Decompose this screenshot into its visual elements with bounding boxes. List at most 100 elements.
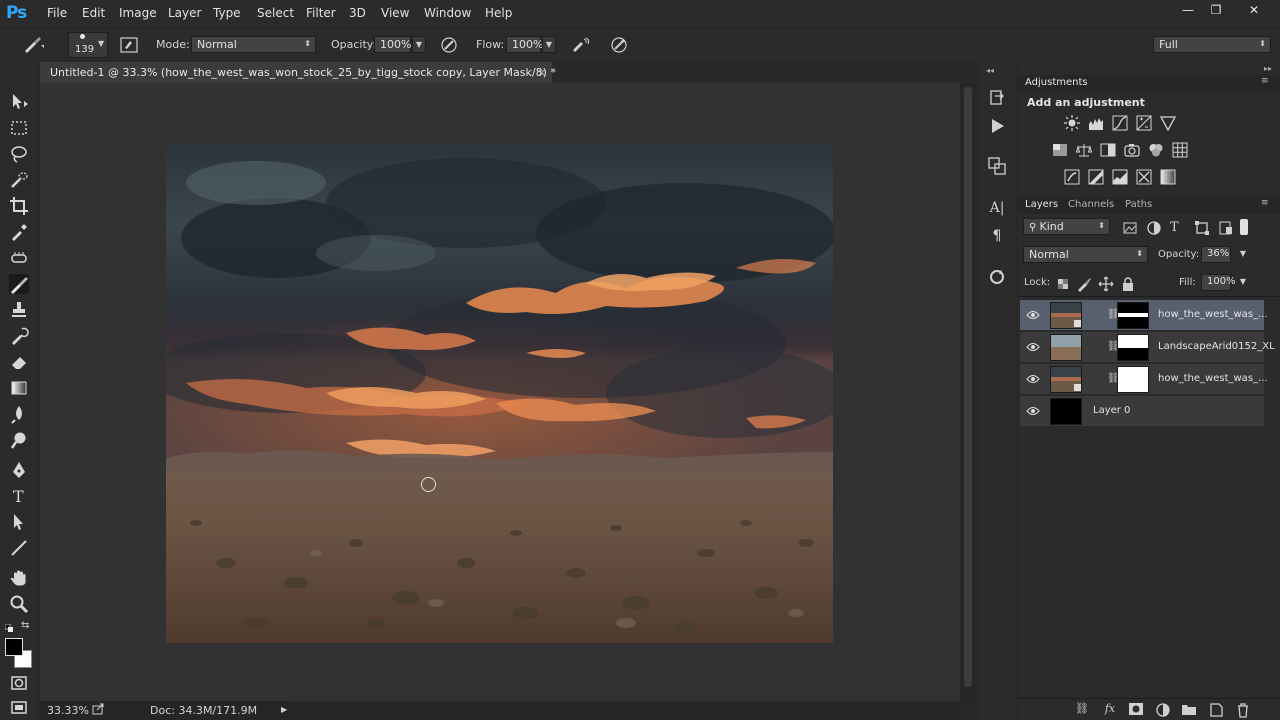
clone-source-panel-icon[interactable] <box>987 156 1007 176</box>
layer-filter-dropdown[interactable]: ⚲ Kind ⬍ <box>1023 218 1110 235</box>
brush-panel-toggle-icon[interactable] <box>120 36 138 57</box>
color-balance-icon[interactable] <box>1075 142 1093 158</box>
layer-name[interactable]: Layer 0 <box>1093 405 1130 416</box>
menu-view[interactable]: View <box>381 6 409 20</box>
eyedropper-tool-icon[interactable] <box>9 222 29 242</box>
menu-layer[interactable]: Layer <box>168 6 201 20</box>
rotate-view-icon[interactable] <box>987 267 1007 287</box>
layer-style-fx-icon[interactable]: fx <box>1102 702 1118 718</box>
filter-toggle-switch[interactable] <box>1240 219 1248 235</box>
invert-icon[interactable] <box>1064 169 1080 185</box>
menu-type[interactable]: Type <box>213 6 241 20</box>
export-icon[interactable] <box>92 703 104 718</box>
tab-channels[interactable]: Channels <box>1068 199 1114 210</box>
tab-layers[interactable]: Layers <box>1025 199 1058 210</box>
channel-mixer-icon[interactable] <box>1148 142 1164 158</box>
lock-image-icon[interactable] <box>1076 276 1092 292</box>
adjustments-tab[interactable]: Adjustments <box>1025 77 1088 88</box>
gradient-map-icon[interactable] <box>1160 169 1176 185</box>
quick-selection-tool-icon[interactable] <box>9 170 29 190</box>
play-arrow-icon[interactable]: ▶ <box>281 705 287 714</box>
layer-mask-thumbnail[interactable] <box>1117 334 1149 361</box>
opacity-chevron-icon[interactable]: ▼ <box>412 36 426 53</box>
visibility-eye-icon[interactable] <box>1026 341 1040 353</box>
collapse-arrows-icon[interactable]: ◂◂ <box>986 66 994 75</box>
filter-shape-icon[interactable] <box>1194 220 1210 236</box>
foreground-color-swatch[interactable] <box>5 638 23 656</box>
visibility-eye-icon[interactable] <box>1026 405 1040 417</box>
hand-tool-icon[interactable] <box>9 568 29 588</box>
dodge-tool-icon[interactable] <box>9 430 29 450</box>
quick-mask-icon[interactable] <box>9 673 29 693</box>
brush-tool-icon[interactable] <box>9 274 29 294</box>
workspace-dropdown[interactable]: Full ⬍ <box>1153 36 1271 53</box>
menu-image[interactable]: Image <box>119 6 157 20</box>
lock-transparent-icon[interactable] <box>1055 276 1071 292</box>
vibrance-icon[interactable] <box>1159 115 1177 132</box>
default-colors-icon[interactable] <box>4 622 13 632</box>
black-white-icon[interactable] <box>1100 142 1116 158</box>
close-document-icon[interactable]: × <box>537 66 546 79</box>
brush-tool-preset-icon[interactable] <box>22 36 47 57</box>
document-tab[interactable]: Untitled-1 @ 33.3% (how_the_west_was_won… <box>40 62 556 83</box>
visibility-eye-icon[interactable] <box>1026 373 1040 385</box>
exposure-icon[interactable] <box>1136 115 1152 131</box>
posterize-icon[interactable] <box>1088 169 1104 185</box>
color-lookup-icon[interactable] <box>1172 142 1188 158</box>
lock-all-icon[interactable] <box>1120 276 1136 292</box>
vertical-scrollbar[interactable] <box>960 83 976 701</box>
filter-smart-object-icon[interactable] <box>1218 220 1234 236</box>
vertical-scrollbar-thumb[interactable] <box>964 87 972 687</box>
add-mask-icon[interactable] <box>1128 702 1144 718</box>
clone-stamp-tool-icon[interactable] <box>9 300 29 320</box>
menu-select[interactable]: Select <box>257 6 294 20</box>
move-tool-icon[interactable] <box>9 92 29 112</box>
menu-3d[interactable]: 3D <box>349 6 366 20</box>
blur-tool-icon[interactable] <box>9 404 29 424</box>
restore-button[interactable]: ❐ <box>1202 1 1230 19</box>
levels-icon[interactable] <box>1088 115 1104 131</box>
healing-brush-tool-icon[interactable] <box>9 248 29 268</box>
layer-opacity-chevron-icon[interactable]: ▼ <box>1236 246 1250 263</box>
document-canvas[interactable] <box>166 143 833 643</box>
expand-arrows-icon[interactable]: ▸▸ <box>1264 64 1272 73</box>
brush-size-picker[interactable]: 139 ▼ <box>68 32 108 58</box>
horizontal-scrollbar[interactable] <box>290 703 960 719</box>
tab-paths[interactable]: Paths <box>1125 199 1152 210</box>
lock-position-icon[interactable] <box>1098 276 1114 292</box>
screen-mode-icon[interactable] <box>9 698 29 718</box>
flow-chevron-icon[interactable]: ▼ <box>542 36 556 53</box>
history-brush-tool-icon[interactable] <box>9 326 29 346</box>
airbrush-icon[interactable] <box>570 36 590 57</box>
history-panel-icon[interactable] <box>987 88 1007 108</box>
fill-chevron-icon[interactable]: ▼ <box>1236 274 1250 291</box>
filter-pixel-icon[interactable] <box>1122 220 1138 236</box>
new-adjustment-layer-icon[interactable] <box>1155 702 1171 718</box>
layer-row-how-the-west-copy[interactable]: ⛓ how_the_west_was_... <box>1020 300 1268 331</box>
menu-file[interactable]: File <box>47 6 67 20</box>
gradient-tool-icon[interactable] <box>9 378 29 398</box>
curves-icon[interactable] <box>1112 115 1128 131</box>
flow-input[interactable]: 100% <box>506 36 543 53</box>
hue-saturation-icon[interactable] <box>1052 142 1068 158</box>
new-layer-icon[interactable] <box>1208 702 1224 718</box>
layer-name[interactable]: how_the_west_was_... <box>1158 309 1268 320</box>
lasso-tool-icon[interactable] <box>9 144 29 164</box>
pen-tool-icon[interactable] <box>9 460 29 480</box>
menu-window[interactable]: Window <box>424 6 471 20</box>
brightness-contrast-icon[interactable] <box>1064 115 1080 131</box>
paragraph-panel-icon[interactable]: ¶ <box>987 226 1007 246</box>
mode-dropdown[interactable]: Normal ⬍ <box>191 36 316 53</box>
menu-filter[interactable]: Filter <box>306 6 336 20</box>
menu-edit[interactable]: Edit <box>82 6 105 20</box>
menu-help[interactable]: Help <box>485 6 512 20</box>
type-tool-icon[interactable]: T <box>9 486 29 506</box>
path-selection-tool-icon[interactable] <box>9 512 29 532</box>
link-layers-icon[interactable]: ⛓ <box>1074 702 1090 718</box>
new-group-folder-icon[interactable] <box>1181 702 1197 718</box>
swap-colors-icon[interactable]: ⇆ <box>21 620 29 631</box>
close-window-button[interactable]: ✕ <box>1240 1 1268 19</box>
layer-mask-thumbnail[interactable] <box>1117 366 1149 393</box>
pressure-opacity-icon[interactable] <box>440 36 458 57</box>
layer-row-how-the-west[interactable]: ⛓ how_the_west_was_... <box>1020 364 1268 395</box>
